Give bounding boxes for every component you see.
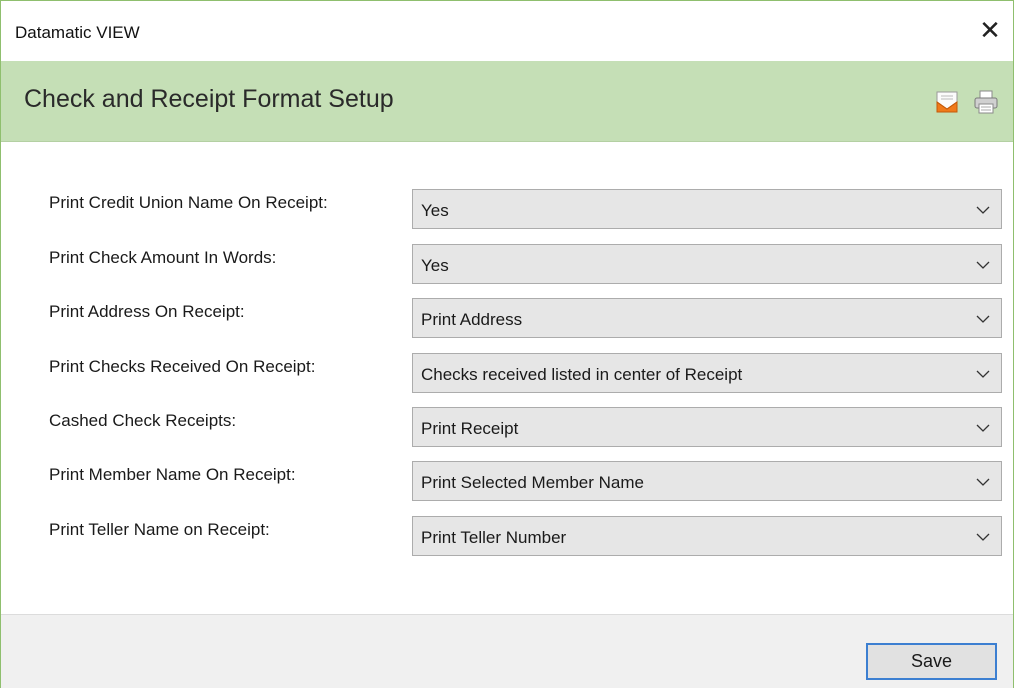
credit-union-name-select[interactable]: Yes	[412, 189, 1002, 229]
field-row-member-name: Print Member Name On Receipt: Print Sele…	[1, 461, 1013, 501]
page-title: Check and Receipt Format Setup	[24, 85, 394, 113]
field-row-address: Print Address On Receipt: Print Address	[1, 298, 1013, 338]
chevron-down-icon	[976, 315, 990, 323]
address-select[interactable]: Print Address	[412, 298, 1002, 338]
cashed-check-select[interactable]: Print Receipt	[412, 407, 1002, 447]
title-bar: Datamatic VIEW ✕	[1, 1, 1013, 61]
field-row-credit-union-name: Print Credit Union Name On Receipt: Yes	[1, 189, 1013, 229]
teller-name-select[interactable]: Print Teller Number	[412, 516, 1002, 556]
window-title: Datamatic VIEW	[15, 23, 140, 42]
close-icon[interactable]: ✕	[977, 17, 1003, 43]
save-button[interactable]: Save	[866, 643, 997, 680]
chevron-down-icon	[976, 206, 990, 214]
field-label: Print Checks Received On Receipt:	[49, 357, 316, 376]
field-row-cashed-check: Cashed Check Receipts: Print Receipt	[1, 407, 1013, 447]
field-label: Print Credit Union Name On Receipt:	[49, 193, 328, 212]
field-label: Cashed Check Receipts:	[49, 411, 237, 430]
chevron-down-icon	[976, 424, 990, 432]
header-actions	[933, 87, 1001, 117]
member-name-select[interactable]: Print Selected Member Name	[412, 461, 1002, 501]
select-value: Print Receipt	[421, 419, 519, 438]
field-row-teller-name: Print Teller Name on Receipt: Print Tell…	[1, 516, 1013, 556]
dialog-window: Datamatic VIEW ✕ Check and Receipt Forma…	[0, 0, 1014, 688]
chevron-down-icon	[976, 533, 990, 541]
page-header: Check and Receipt Format Setup	[1, 61, 1013, 142]
select-value: Print Selected Member Name	[421, 473, 644, 492]
select-value: Checks received listed in center of Rece…	[421, 365, 743, 384]
email-icon[interactable]	[933, 87, 963, 117]
select-value: Yes	[421, 256, 449, 275]
select-value: Print Teller Number	[421, 528, 567, 547]
field-label: Print Check Amount In Words:	[49, 248, 277, 267]
print-icon[interactable]	[971, 87, 1001, 117]
chevron-down-icon	[976, 370, 990, 378]
select-value: Yes	[421, 201, 449, 220]
field-label: Print Member Name On Receipt:	[49, 465, 296, 484]
field-label: Print Address On Receipt:	[49, 302, 245, 321]
field-label: Print Teller Name on Receipt:	[49, 520, 270, 539]
checks-received-select[interactable]: Checks received listed in center of Rece…	[412, 353, 1002, 393]
form-area: Print Credit Union Name On Receipt: Yes …	[1, 142, 1013, 614]
check-amount-words-select[interactable]: Yes	[412, 244, 1002, 284]
dialog-footer: Save	[1, 614, 1013, 688]
select-value: Print Address	[421, 310, 523, 329]
chevron-down-icon	[976, 478, 990, 486]
field-row-checks-received: Print Checks Received On Receipt: Checks…	[1, 353, 1013, 393]
chevron-down-icon	[976, 261, 990, 269]
field-row-check-amount-words: Print Check Amount In Words: Yes	[1, 244, 1013, 284]
